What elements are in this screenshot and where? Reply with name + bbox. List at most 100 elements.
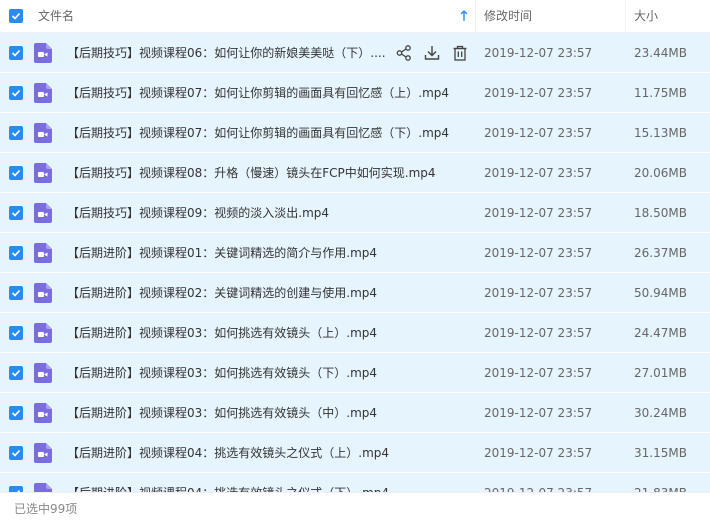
file-name[interactable]: 【后期技巧】视频课程09：视频的淡入淡出.mp4 [67,193,329,233]
file-modified-time: 2019-12-07 23:57 [484,406,593,420]
sort-ascending-icon[interactable] [459,9,469,23]
selection-count: 已选中99项 [14,502,78,516]
row-checkbox[interactable] [9,166,23,180]
download-button[interactable] [423,44,441,62]
checkbox-checked-icon [11,89,21,97]
file-row[interactable]: 【后期技巧】视频课程09：视频的淡入淡出.mp4 2019-12-07 23:57… [0,193,710,233]
checkbox-checked-icon [11,449,21,457]
file-modified-time: 2019-12-07 23:57 [484,366,593,380]
download-icon [424,46,440,60]
video-file-icon [34,283,52,303]
file-name[interactable]: 【后期进阶】视频课程03：如何挑选有效镜头（下）.mp4 [67,353,377,393]
video-file-icon [34,43,52,63]
row-checkbox[interactable] [9,86,23,100]
file-size: 21.83MB [634,473,687,492]
delete-button[interactable] [451,44,469,62]
file-row[interactable]: 【后期技巧】视频课程07：如何让你剪辑的画面具有回忆感（下）.mp4 2019-1… [0,113,710,153]
checkbox-checked-icon [11,12,21,20]
file-name[interactable]: 【后期进阶】视频课程04：挑选有效镜头之仪式（上）.mp4 [67,433,389,473]
row-checkbox[interactable] [9,46,23,60]
video-file-icon [34,123,52,143]
share-button[interactable] [395,44,413,62]
select-all-checkbox[interactable] [9,9,23,23]
checkbox-checked-icon [11,209,21,217]
file-modified-time: 2019-12-07 23:57 [484,286,593,300]
row-checkbox[interactable] [9,446,23,460]
file-row[interactable]: 【后期进阶】视频课程01：关键词精选的简介与作用.mp4 2019-12-07 2… [0,233,710,273]
checkbox-checked-icon [11,49,21,57]
file-size: 23.44MB [634,46,687,60]
row-checkbox[interactable] [9,246,23,260]
column-header-size[interactable]: 大小 [634,0,658,32]
checkbox-checked-icon [11,129,21,137]
file-modified-time: 2019-12-07 23:57 [484,46,593,60]
file-size: 11.75MB [634,86,687,100]
file-row[interactable]: 【后期进阶】视频课程03：如何挑选有效镜头（下）.mp4 2019-12-07 2… [0,353,710,393]
file-row[interactable]: 【后期技巧】视频课程06：如何让你的新娘美美哒（下）.... 2019-12-07… [0,33,710,73]
file-row[interactable]: 【后期进阶】视频课程03：如何挑选有效镜头（中）.mp4 2019-12-07 2… [0,393,710,433]
file-row[interactable]: 【后期进阶】视频课程03：如何挑选有效镜头（上）.mp4 2019-12-07 2… [0,313,710,353]
file-name[interactable]: 【后期技巧】视频课程07：如何让你剪辑的画面具有回忆感（下）.mp4 [67,113,449,153]
row-checkbox[interactable] [9,326,23,340]
row-checkbox[interactable] [9,406,23,420]
file-size: 18.50MB [634,206,687,220]
video-file-icon [34,483,52,492]
file-row[interactable]: 【后期技巧】视频课程07：如何让你剪辑的画面具有回忆感（上）.mp4 2019-1… [0,73,710,113]
file-size: 15.13MB [634,126,687,140]
file-row[interactable]: 【后期技巧】视频课程08：升格（慢速）镜头在FCP中如何实现.mp4 2019-1… [0,153,710,193]
checkbox-checked-icon [11,289,21,297]
video-file-icon [34,83,52,103]
file-name[interactable]: 【后期技巧】视频课程08：升格（慢速）镜头在FCP中如何实现.mp4 [67,153,436,193]
video-file-icon [34,323,52,343]
file-name[interactable]: 【后期技巧】视频课程06：如何让你的新娘美美哒（下）.... [67,33,386,73]
file-name[interactable]: 【后期进阶】视频课程01：关键词精选的简介与作用.mp4 [67,233,377,273]
file-name[interactable]: 【后期技巧】视频课程07：如何让你剪辑的画面具有回忆感（上）.mp4 [67,73,449,113]
column-divider [625,0,626,32]
file-name[interactable]: 【后期进阶】视频课程03：如何挑选有效镜头（中）.mp4 [67,393,377,433]
file-modified-time: 2019-12-07 23:57 [484,246,593,260]
file-size: 30.24MB [634,406,687,420]
file-name[interactable]: 【后期进阶】视频课程04：挑选有效镜头之仪式（下）.mp4 [67,473,389,492]
column-header-modified-time[interactable]: 修改时间 [484,0,532,32]
video-file-icon [34,243,52,263]
checkbox-checked-icon [11,249,21,257]
file-modified-time: 2019-12-07 23:57 [484,166,593,180]
checkbox-checked-icon [11,409,21,417]
file-modified-time: 2019-12-07 23:57 [484,446,593,460]
video-file-icon [34,203,52,223]
column-divider [475,0,476,32]
row-checkbox[interactable] [9,366,23,380]
video-file-icon [34,363,52,383]
file-size: 27.01MB [634,366,687,380]
video-file-icon [34,443,52,463]
file-modified-time: 2019-12-07 23:57 [484,86,593,100]
file-size: 50.94MB [634,286,687,300]
file-size: 26.37MB [634,246,687,260]
file-row[interactable]: 【后期进阶】视频课程04：挑选有效镜头之仪式（上）.mp4 2019-12-07 … [0,433,710,473]
video-file-icon [34,163,52,183]
row-checkbox[interactable] [9,286,23,300]
column-header-filename[interactable]: 文件名 [38,0,74,32]
row-checkbox[interactable] [9,206,23,220]
file-list: 【后期技巧】视频课程06：如何让你的新娘美美哒（下）.... 2019-12-07… [0,33,710,492]
trash-icon [453,45,467,61]
file-modified-time: 2019-12-07 23:57 [484,126,593,140]
file-row[interactable]: 【后期进阶】视频课程04：挑选有效镜头之仪式（下）.mp4 2019-12-07 … [0,473,710,492]
file-modified-time: 2019-12-07 23:57 [484,206,593,220]
file-list-header: 文件名 修改时间 大小 [0,0,710,33]
checkbox-checked-icon [11,369,21,377]
share-icon [396,45,411,61]
file-name[interactable]: 【后期进阶】视频课程03：如何挑选有效镜头（上）.mp4 [67,313,377,353]
file-size: 24.47MB [634,326,687,340]
file-modified-time: 2019-12-07 23:57 [484,473,592,492]
file-name[interactable]: 【后期进阶】视频课程02：关键词精选的创建与使用.mp4 [67,273,377,313]
video-file-icon [34,403,52,423]
status-bar: 已选中99项 [0,492,710,526]
checkbox-checked-icon [11,329,21,337]
file-modified-time: 2019-12-07 23:57 [484,326,593,340]
file-size: 31.15MB [634,446,687,460]
row-checkbox[interactable] [9,126,23,140]
file-size: 20.06MB [634,166,687,180]
checkbox-checked-icon [11,169,21,177]
file-row[interactable]: 【后期进阶】视频课程02：关键词精选的创建与使用.mp4 2019-12-07 2… [0,273,710,313]
